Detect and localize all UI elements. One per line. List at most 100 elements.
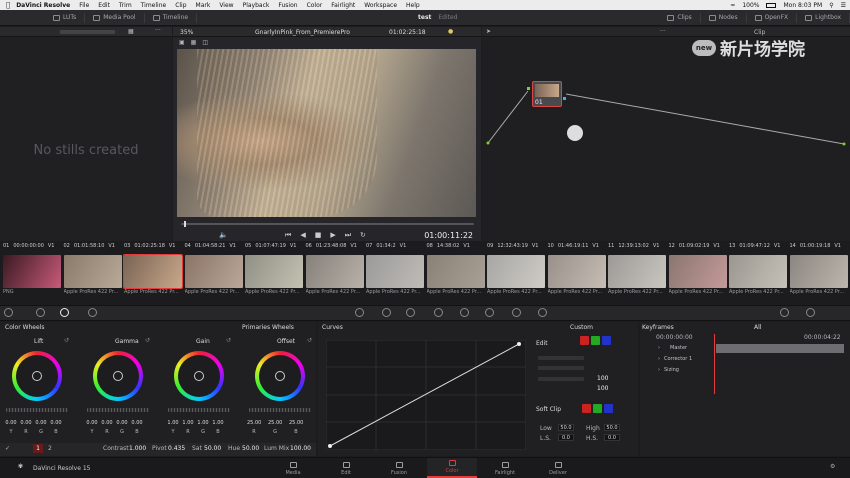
curve-intensity-slider-2[interactable] — [538, 366, 584, 370]
openfx-button[interactable]: OpenFX — [747, 12, 798, 23]
page-fusion-button[interactable]: Fusion — [374, 458, 424, 478]
menu-fairlight[interactable]: Fairlight — [331, 2, 355, 9]
menu-timeline[interactable]: Timeline — [141, 2, 167, 9]
menu-clip[interactable]: Clip — [175, 2, 186, 9]
ls-value[interactable]: 0.0 — [558, 434, 574, 441]
clip-thumbnail[interactable] — [608, 255, 666, 288]
clip-thumbnail[interactable] — [668, 255, 727, 288]
curve-value-2[interactable]: 100 — [597, 385, 608, 392]
soft-clip-blue-button[interactable] — [604, 404, 613, 413]
clip-thumbnail[interactable] — [123, 254, 183, 289]
wheel-center-handle[interactable] — [194, 371, 204, 381]
contrast-value[interactable]: 1.000 — [129, 445, 146, 452]
master-wheel-slider[interactable] — [168, 408, 230, 412]
menu-fusion[interactable]: Fusion — [278, 2, 297, 9]
keyframe-track-row[interactable]: › Sizing — [640, 365, 845, 375]
menu-playback[interactable]: Playback — [243, 2, 270, 9]
color-match-icon[interactable] — [36, 308, 45, 317]
clip-thumbnail[interactable] — [305, 255, 364, 288]
qualifier-icon[interactable] — [382, 308, 391, 317]
apple-icon[interactable]:  — [6, 1, 10, 9]
window-icon[interactable] — [406, 308, 415, 317]
wheels-mode-select[interactable]: Primaries Wheels — [242, 324, 294, 331]
camera-raw-icon[interactable] — [4, 308, 13, 317]
master-wheel-slider[interactable] — [6, 408, 68, 412]
clip-thumbnail[interactable] — [487, 255, 545, 288]
rgb-mixer-icon[interactable] — [88, 308, 97, 317]
hs-value[interactable]: 0.0 — [604, 434, 620, 441]
curve-intensity-slider-3[interactable] — [538, 377, 584, 381]
playhead-marker[interactable] — [184, 221, 186, 227]
menu-view[interactable]: View — [219, 2, 233, 9]
key-icon[interactable] — [485, 308, 494, 317]
soft-clip-red-button[interactable] — [582, 404, 591, 413]
settings-icon[interactable]: ⚙ — [830, 463, 835, 470]
page-1-button[interactable]: 1 — [33, 444, 43, 453]
clip-thumbnail[interactable] — [245, 255, 303, 288]
curve-intensity-slider-1[interactable] — [538, 356, 584, 360]
menu-list-icon[interactable]: ☰ — [841, 2, 846, 9]
pivot-value[interactable]: 0.435 — [168, 445, 185, 452]
app-menu[interactable]: DaVinci Resolve — [16, 2, 70, 9]
color-wheels-icon[interactable] — [60, 308, 69, 317]
clip-thumbnail[interactable] — [426, 255, 485, 288]
page-2-button[interactable]: 2 — [48, 445, 52, 452]
blue-channel-button[interactable] — [602, 336, 611, 345]
lightbox-button[interactable]: Lightbox — [797, 12, 850, 23]
node-output-dot[interactable] — [563, 97, 566, 100]
clip-thumbnail[interactable] — [729, 255, 787, 288]
wheel-value[interactable]: 0.00 — [100, 420, 114, 426]
gallery-zoom-slider[interactable] — [60, 30, 115, 34]
master-wheel-slider[interactable] — [249, 408, 311, 412]
wheel-value[interactable]: 0.00 — [49, 420, 63, 426]
clip-thumbnail[interactable] — [789, 255, 848, 288]
page-edit-button[interactable]: Edit — [321, 458, 371, 478]
menu-help[interactable]: Help — [406, 2, 420, 9]
clip-thumbnail[interactable] — [184, 255, 243, 288]
play-reverse-icon[interactable]: ◀ — [300, 231, 305, 240]
audio-icon[interactable]: 🔈 — [219, 231, 228, 239]
color-wheel[interactable] — [255, 351, 305, 401]
sizing-icon[interactable] — [512, 308, 521, 317]
clip-thumbnail[interactable] — [366, 255, 424, 288]
green-channel-button[interactable] — [591, 336, 600, 345]
menu-mark[interactable]: Mark — [196, 2, 211, 9]
master-wheel-slider[interactable] — [87, 408, 149, 412]
wheel-value[interactable]: 25.00 — [247, 420, 261, 426]
page-color-button[interactable]: Color — [427, 458, 477, 478]
keyframe-track-row[interactable]: › Master — [640, 343, 845, 353]
keyframe-expand-icon[interactable]: › — [658, 356, 660, 362]
curves-mode-select[interactable]: Custom — [570, 324, 593, 331]
clip-thumbnail[interactable] — [547, 255, 606, 288]
low-value[interactable]: 50.0 — [558, 424, 574, 431]
wheel-center-handle[interactable] — [32, 371, 42, 381]
clips-button[interactable]: Clips — [659, 12, 701, 23]
menu-color[interactable]: Color — [307, 2, 323, 9]
high-value[interactable]: 50.0 — [604, 424, 620, 431]
blur-icon[interactable] — [460, 308, 469, 317]
audio-meter-icon[interactable] — [780, 308, 789, 317]
keyframe-toggle-icon[interactable] — [806, 308, 815, 317]
loop-icon[interactable]: ↻ — [360, 231, 366, 240]
image-wipe-icon[interactable]: ▣ — [179, 39, 185, 46]
wheel-value[interactable]: 0.00 — [19, 420, 33, 426]
nodes-button[interactable]: Nodes — [701, 12, 747, 23]
wheel-value[interactable]: 1.00 — [196, 420, 210, 426]
wheel-center-handle[interactable] — [275, 371, 285, 381]
node-input-dot[interactable] — [527, 87, 530, 90]
jump-end-icon[interactable]: ⏭ — [345, 231, 351, 240]
luts-button[interactable]: LUTs — [45, 12, 86, 23]
highlight-icon[interactable]: ◫ — [202, 39, 208, 46]
lummix-value[interactable]: 100.00 — [290, 445, 311, 452]
stop-icon[interactable]: ■ — [315, 231, 322, 240]
menu-edit[interactable]: Edit — [98, 2, 110, 9]
timeline-button[interactable]: Timeline — [145, 12, 198, 23]
jump-start-icon[interactable]: ⏮ — [285, 231, 291, 240]
wheel-value[interactable]: 25.00 — [289, 420, 303, 426]
wheel-reset-icon[interactable]: ↺ — [145, 337, 150, 344]
wheel-value[interactable]: 0.00 — [130, 420, 144, 426]
wheel-value[interactable]: 0.00 — [115, 420, 129, 426]
wheel-reset-icon[interactable]: ↺ — [64, 337, 69, 344]
picker-icon[interactable]: ✓ — [5, 445, 10, 452]
keyframes-filter[interactable]: All — [754, 324, 761, 331]
